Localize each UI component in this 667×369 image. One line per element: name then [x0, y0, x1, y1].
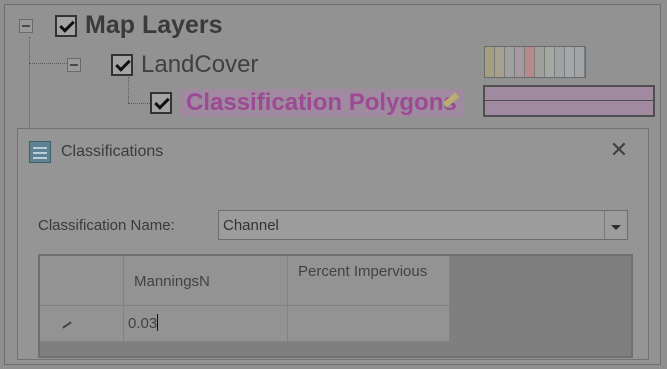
close-icon[interactable]: ✕: [608, 139, 630, 161]
manningsn-cell[interactable]: 0.03: [124, 306, 288, 342]
tree-line: [128, 103, 150, 104]
text-caret: [157, 314, 159, 331]
classification-name-select[interactable]: Channel: [218, 210, 628, 240]
table-icon: [29, 141, 51, 163]
classification-polygons-checkbox[interactable]: [150, 92, 172, 114]
legend-swatch: [545, 47, 555, 77]
collapse-toggle[interactable]: [19, 18, 33, 33]
legend-swatch: [495, 47, 505, 77]
row-header-corner: [40, 256, 124, 306]
landcover-checkbox[interactable]: [111, 54, 133, 76]
edit-row-icon: [62, 321, 72, 329]
landcover-legend-strip: [484, 46, 586, 78]
column-header-percent-impervious[interactable]: Percent Impervious: [288, 256, 450, 306]
column-header-manningsn[interactable]: ManningsN: [124, 256, 288, 306]
classification-name-value: Channel: [223, 217, 279, 234]
legend-swatch: [565, 47, 575, 77]
legend-swatch: [575, 47, 585, 77]
legend-swatch: [505, 47, 515, 77]
dialog-title: Classifications: [61, 143, 164, 160]
tree-row-classification-polygons: Classification Polygons: [150, 89, 485, 117]
chevron-down-icon[interactable]: [604, 211, 627, 239]
landcover-label[interactable]: LandCover: [141, 51, 258, 79]
tree-line: [29, 63, 67, 64]
classification-polygons-label[interactable]: Classification Polygons: [180, 89, 463, 117]
tree-line: [128, 77, 129, 103]
legend-swatch: [515, 47, 525, 77]
tree-line: [29, 37, 30, 137]
manningsn-value: 0.03: [128, 315, 158, 332]
tree-row-landcover: LandCover: [67, 51, 258, 79]
legend-swatch: [485, 47, 495, 77]
legend-swatch: [535, 47, 545, 77]
percent-impervious-cell[interactable]: [288, 306, 450, 342]
legend-swatch: [555, 47, 565, 77]
classification-grid: ManningsN Percent Impervious 0.03: [38, 254, 633, 358]
map-layers-label[interactable]: Map Layers: [85, 11, 223, 40]
classification-name-label: Classification Name:: [38, 217, 175, 234]
polygon-symbol: [483, 85, 655, 117]
map-layers-checkbox[interactable]: [55, 14, 77, 37]
legend-swatch: [525, 47, 535, 77]
collapse-toggle[interactable]: [67, 58, 81, 72]
classifications-dialog: Classifications ✕ Classification Name: C…: [17, 128, 649, 360]
row-selector[interactable]: [40, 306, 124, 342]
tree-row-map-layers: Map Layers: [19, 11, 223, 40]
